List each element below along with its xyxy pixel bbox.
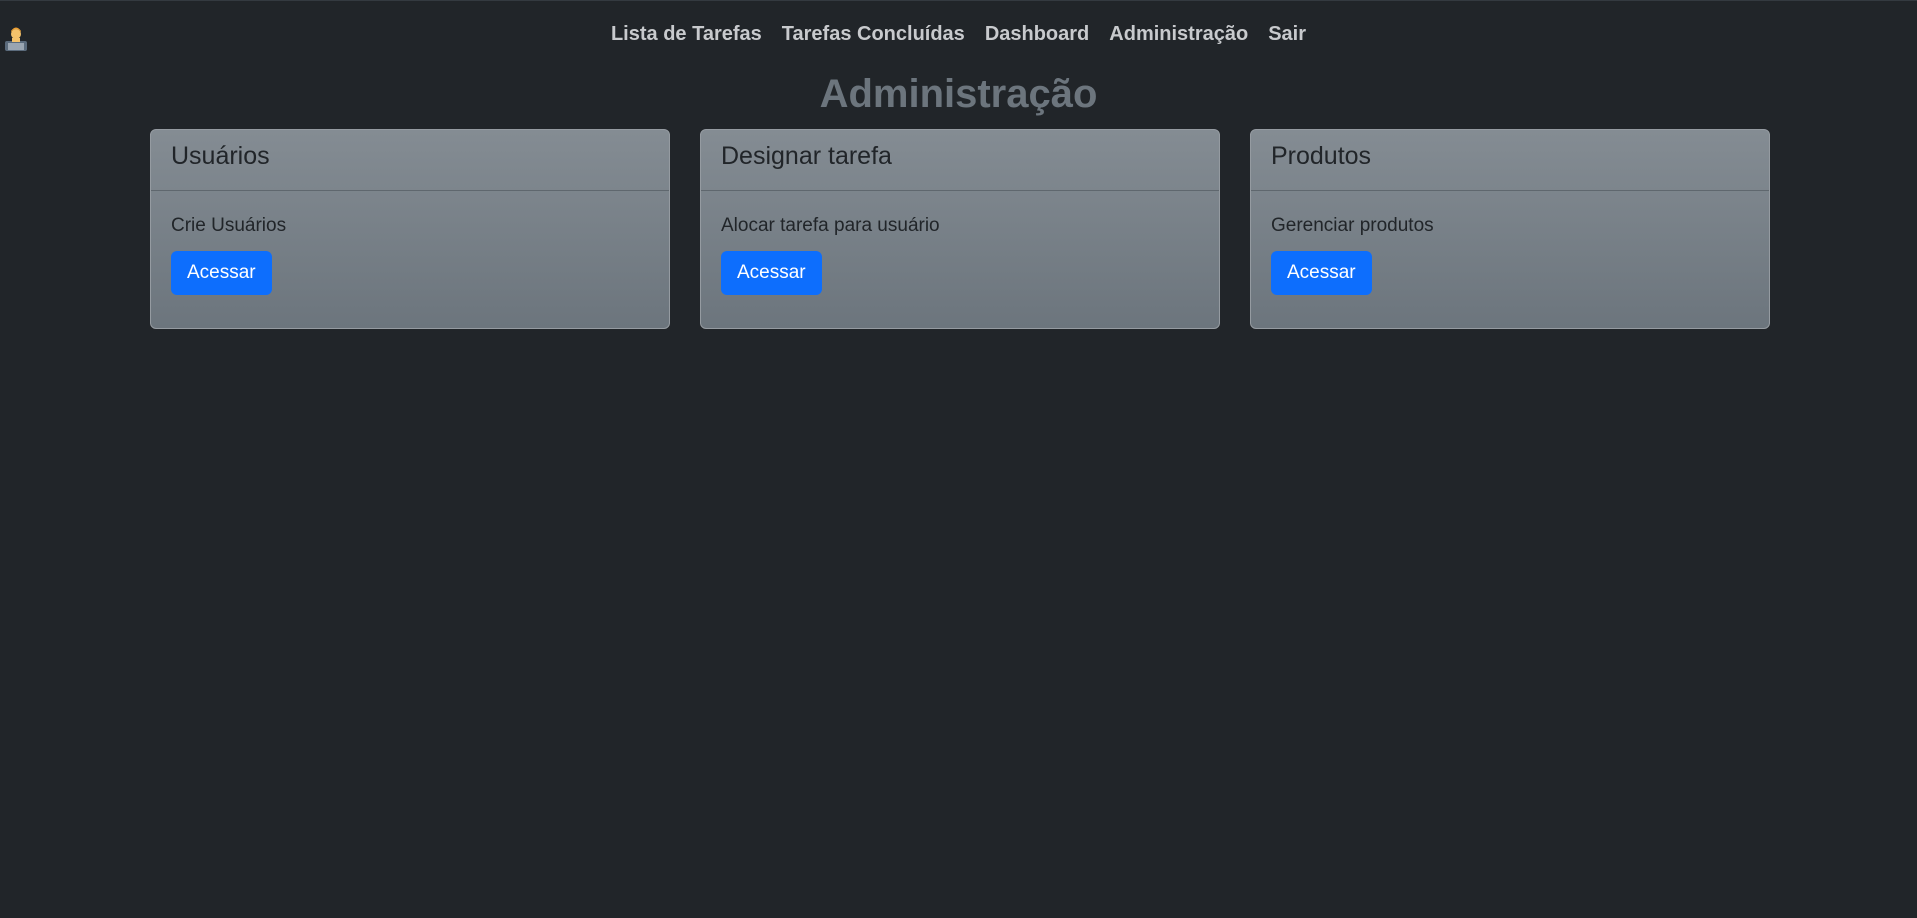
card-body: Alocar tarefa para usuário Acessar: [701, 191, 1219, 295]
card-text: Crie Usuários: [171, 215, 287, 236]
card-body: Gerenciar produtos Acessar: [1251, 191, 1769, 295]
nav-link-administracao[interactable]: Administração: [1109, 23, 1248, 46]
navbar: Lista de Tarefas Tarefas Concluídas Dash…: [0, 0, 1917, 76]
nav-links: Lista de Tarefas Tarefas Concluídas Dash…: [0, 23, 1917, 46]
card-text: Gerenciar produtos: [1271, 215, 1434, 236]
nav-link-tarefas-concluidas[interactable]: Tarefas Concluídas: [782, 23, 965, 46]
card-header: Usuários: [151, 130, 669, 191]
card-text: Alocar tarefa para usuário: [721, 215, 940, 236]
acessar-designar-tarefa-button[interactable]: Acessar: [721, 251, 822, 295]
nav-link-dashboard[interactable]: Dashboard: [985, 23, 1089, 46]
card-produtos: Produtos Gerenciar produtos Acessar: [1250, 129, 1770, 329]
acessar-usuarios-button[interactable]: Acessar: [171, 251, 272, 295]
nav-link-sair[interactable]: Sair: [1268, 23, 1306, 46]
card-designar-tarefa: Designar tarefa Alocar tarefa para usuár…: [700, 129, 1220, 329]
card-usuarios: Usuários Crie Usuários Acessar: [150, 129, 670, 329]
card-header: Produtos: [1251, 130, 1769, 191]
nav-link-lista-de-tarefas[interactable]: Lista de Tarefas: [611, 23, 762, 46]
card-header: Designar tarefa: [701, 130, 1219, 191]
acessar-produtos-button[interactable]: Acessar: [1271, 251, 1372, 295]
card-body: Crie Usuários Acessar: [151, 191, 669, 295]
admin-cards: Usuários Crie Usuários Acessar Designar …: [150, 129, 1770, 329]
page-title: Administração: [819, 72, 1098, 116]
